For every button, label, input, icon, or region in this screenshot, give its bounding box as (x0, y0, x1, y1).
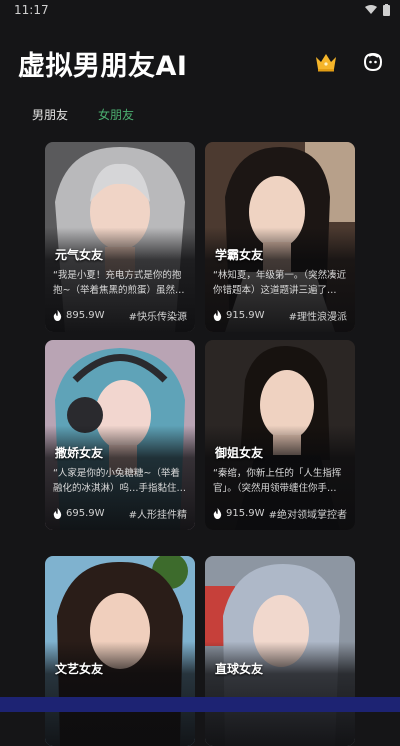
card-tag: #人形挂件精 (128, 510, 187, 521)
card-description: “人家是你的小兔糖糖~（举着融化的冰淇淋）呜…手指黏住… (53, 468, 187, 494)
vip-button[interactable] (314, 52, 338, 72)
card-gradient (205, 142, 355, 332)
flame-icon (213, 310, 222, 321)
card-footer: 915.9W #理性浪漫派 (213, 308, 347, 323)
card-gradient (45, 340, 195, 530)
card-title: 学霸女友 (215, 248, 264, 262)
card-popularity: 915.9W (213, 506, 265, 521)
crown-icon (316, 54, 336, 72)
card-gradient (205, 556, 355, 746)
bottom-navigation-bar (0, 697, 400, 712)
card-popularity: 915.9W (213, 308, 265, 323)
card-gradient (205, 340, 355, 530)
card-popularity: 695.9W (53, 506, 105, 521)
card-gradient (45, 142, 195, 332)
card-count: 695.9W (66, 508, 105, 519)
card-footer: 915.9W #绝对领域掌控者 (213, 506, 347, 521)
card-count: 915.9W (226, 508, 265, 519)
status-icons (365, 4, 390, 16)
character-card[interactable]: 直球女友 (205, 556, 355, 746)
card-tag: #绝对领域掌控者 (268, 510, 347, 521)
card-title: 文艺女友 (55, 662, 104, 676)
status-time: 11:17 (14, 3, 49, 17)
tab-boyfriend[interactable]: 男朋友 (32, 106, 68, 123)
character-card[interactable]: 文艺女友 (45, 556, 195, 746)
card-footer: 895.9W #快乐传染源 (53, 308, 187, 323)
battery-icon (383, 4, 390, 16)
card-count: 915.9W (226, 310, 265, 321)
character-card[interactable]: 元气女友 “我是小夏！充电方式是你的抱抱~（举着焦黑的煎蛋）虽然… 895.9W… (45, 142, 195, 332)
card-title: 御姐女友 (215, 446, 264, 460)
character-card[interactable]: 撒娇女友 “人家是你的小兔糖糖~（举着融化的冰淇淋）呜…手指黏住… 695.9W… (45, 340, 195, 530)
card-footer: 695.9W #人形挂件精 (53, 506, 187, 521)
character-card[interactable]: 学霸女友 “林知夏，年级第一。（突然凑近你错题本）这道题讲三遍了… 915.9W… (205, 142, 355, 332)
card-popularity: 895.9W (53, 308, 105, 323)
character-card[interactable]: 御姐女友 “秦绾，你新上任的「人生指挥官」。（突然用领带缠住你手… 915.9W… (205, 340, 355, 530)
status-bar: 11:17 (0, 0, 400, 24)
card-title: 撒娇女友 (55, 446, 104, 460)
tab-girlfriend[interactable]: 女朋友 (98, 106, 134, 123)
card-tag: #快乐传染源 (128, 312, 187, 323)
flame-icon (213, 508, 222, 519)
face-icon (363, 52, 383, 72)
flame-icon (53, 508, 62, 519)
card-title: 元气女友 (55, 248, 104, 262)
card-title: 直球女友 (215, 662, 264, 676)
card-description: “林知夏，年级第一。（突然凑近你错题本）这道题讲三遍了… (213, 270, 347, 296)
tab-bar: 男朋友 女朋友 (32, 106, 134, 123)
profile-button[interactable] (361, 50, 385, 74)
card-count: 895.9W (66, 310, 105, 321)
wifi-icon (365, 5, 377, 14)
card-description: “秦绾，你新上任的「人生指挥官」。（突然用领带缠住你手… (213, 468, 342, 494)
flame-icon (53, 310, 62, 321)
card-description: “我是小夏！充电方式是你的抱抱~（举着焦黑的煎蛋）虽然… (53, 270, 185, 296)
card-gradient (45, 556, 195, 746)
app-title: 虚拟男朋友AI (18, 51, 188, 82)
card-tag: #理性浪漫派 (288, 312, 347, 323)
